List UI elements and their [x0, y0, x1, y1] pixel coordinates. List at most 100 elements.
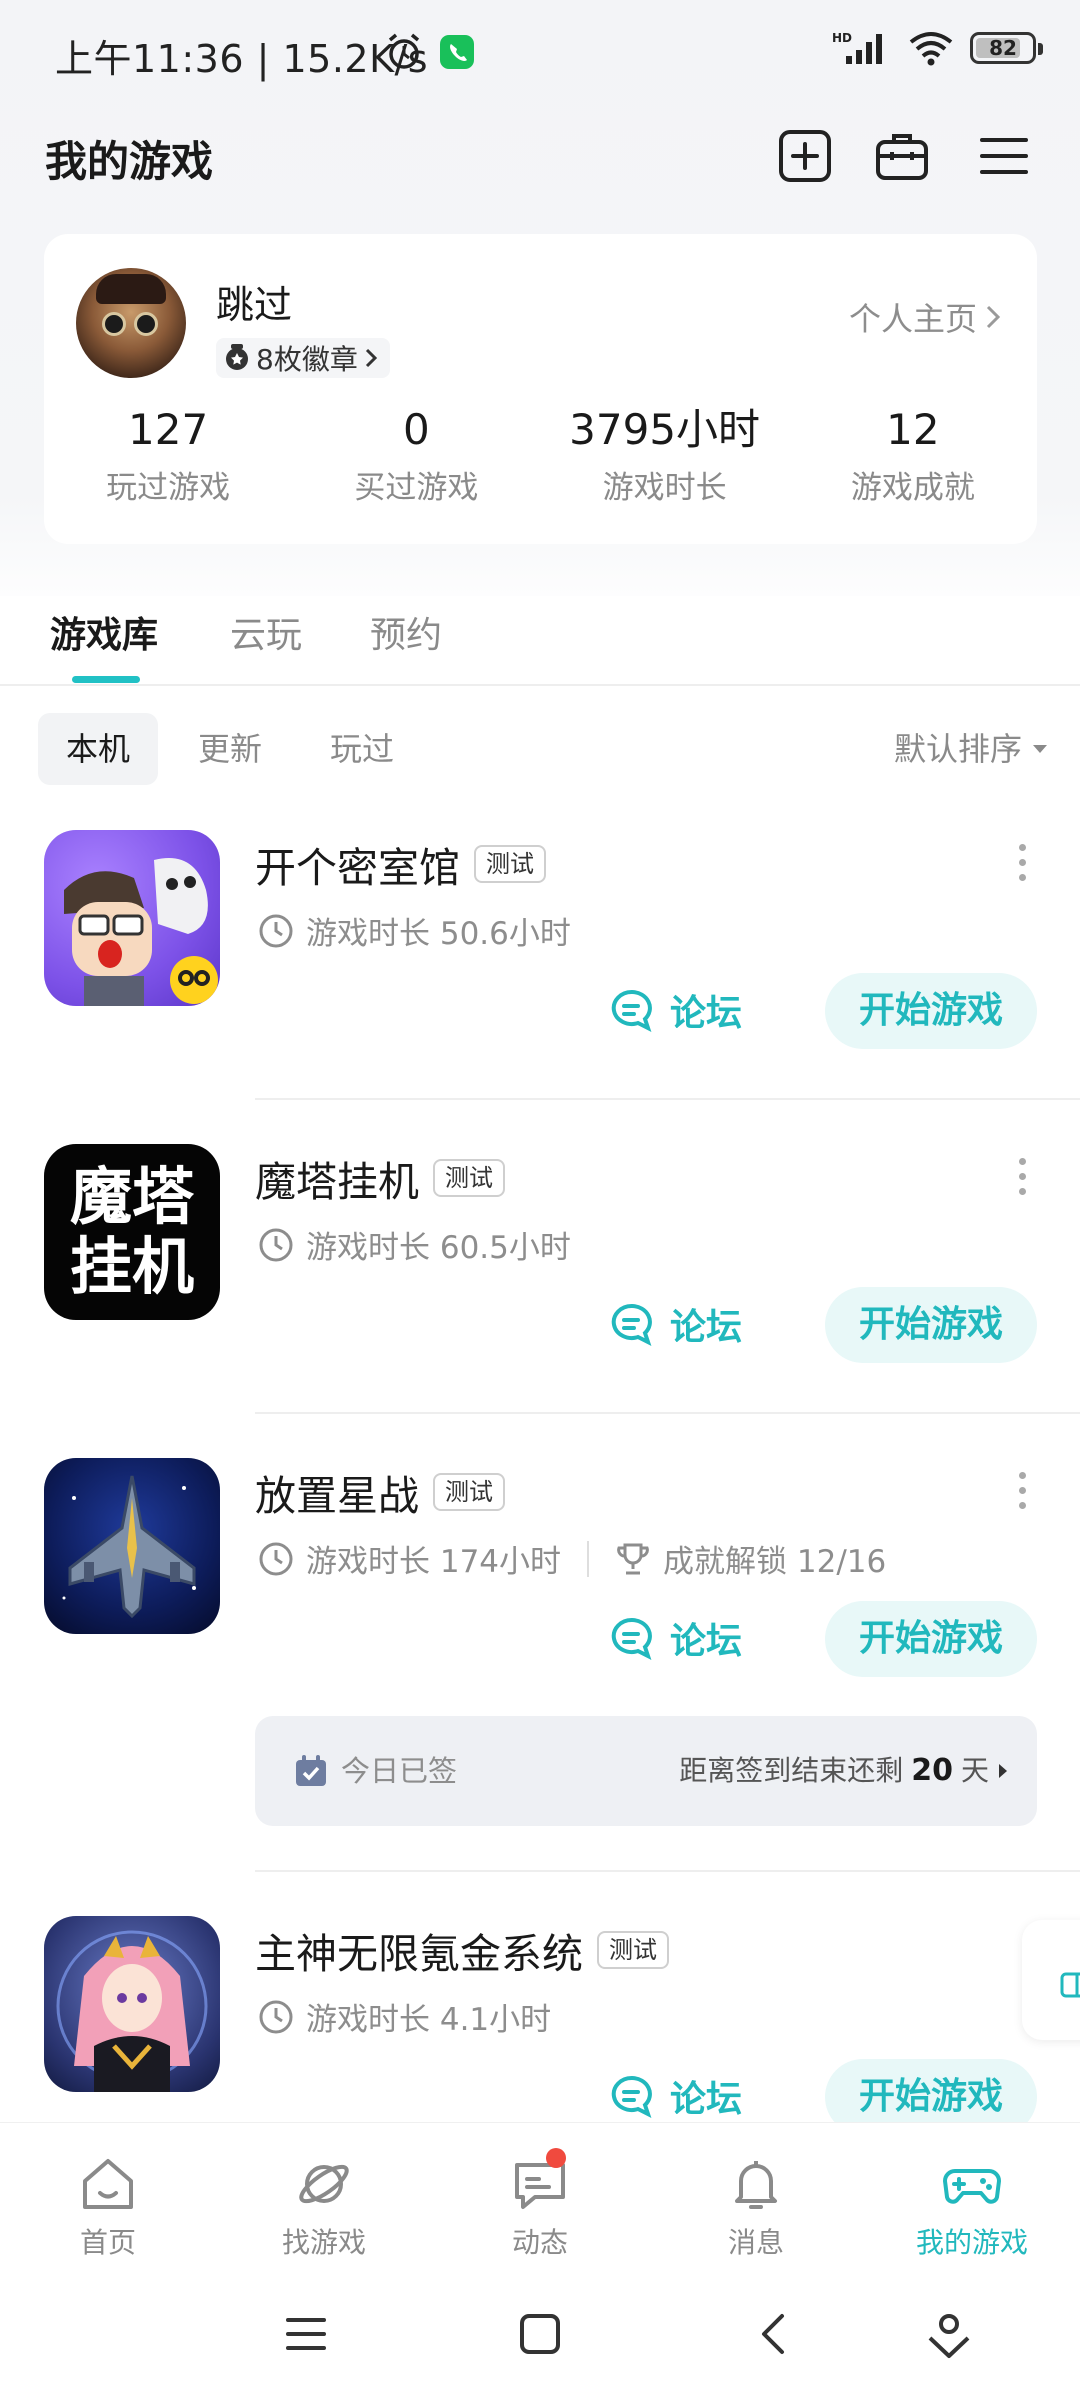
game-icon[interactable] [44, 1458, 220, 1634]
signin-days: 20 [911, 1753, 953, 1788]
stat-label: 游戏时长 [602, 470, 727, 506]
test-tag: 测试 [433, 1159, 505, 1197]
caret-down-icon [1033, 745, 1047, 753]
nav-feed[interactable]: 动态 [432, 2123, 648, 2272]
more-options-icon[interactable] [1016, 844, 1028, 888]
planet-icon [299, 2164, 349, 2204]
test-tag: 测试 [474, 845, 546, 883]
more-options-icon[interactable] [1016, 1158, 1028, 1202]
stat-achievements[interactable]: 12 游戏成就 [789, 404, 1037, 507]
stat-bought[interactable]: 0 买过游戏 [292, 404, 540, 507]
nav-home[interactable]: 首页 [0, 2123, 216, 2272]
test-tag: 测试 [597, 1931, 669, 1969]
game-title: 放置星战 测试 [255, 1462, 505, 1522]
nav-messages[interactable]: 消息 [648, 2123, 864, 2272]
playtime-text: 游戏时长 4.1小时 [306, 2002, 552, 2038]
stat-value: 127 [128, 405, 209, 454]
escape-room-art [64, 858, 218, 1006]
status-time: 上午11:36 | 15.2K/s [55, 37, 429, 81]
menu-icon[interactable] [976, 128, 1032, 184]
caret-right-icon [999, 1764, 1007, 1778]
spaceship-art [62, 1475, 196, 1619]
active-tab-indicator [72, 676, 140, 683]
forum-label: 论坛 [670, 2079, 743, 2120]
forum-label: 论坛 [670, 993, 743, 1034]
start-game-button[interactable]: 开始游戏 [825, 973, 1037, 1049]
stat-value: 0 [403, 405, 430, 454]
game-icon[interactable]: 魔塔 挂机 [44, 1144, 220, 1320]
nickname: 跳过 [216, 283, 293, 327]
start-game-button[interactable]: 开始游戏 [825, 1601, 1037, 1677]
alarm-icon [388, 33, 420, 69]
forum-button[interactable]: 论坛 [610, 1287, 742, 1361]
badges-label: 8枚徽章 [256, 343, 358, 376]
forum-label: 论坛 [670, 1307, 743, 1348]
signin-status-label: 今日已签 [341, 1754, 458, 1788]
divider [255, 1412, 1080, 1414]
test-tag: 测试 [433, 1473, 505, 1511]
signin-countdown: 距离签到结束还剩 20 天 [679, 1716, 1009, 1826]
bell-icon [735, 2161, 777, 2209]
more-options-icon[interactable] [1016, 1472, 1028, 1516]
playtime-text: 游戏时长 174小时 [306, 1544, 562, 1580]
nav-discover[interactable]: 找游戏 [216, 2123, 432, 2272]
home-square-icon[interactable] [518, 2312, 562, 2356]
game-title: 主神无限氪金系统 测试 [255, 1920, 669, 1980]
nav-my-games[interactable]: 我的游戏 [864, 2123, 1080, 2272]
game-name: 魔塔挂机 [255, 1158, 419, 1206]
signin-days-unit: 天 [960, 1754, 989, 1787]
stat-played[interactable]: 127 玩过游戏 [44, 404, 292, 507]
playtime-row: 游戏时长 174小时 成就解锁 12/16 [258, 1536, 886, 1581]
forum-label: 论坛 [670, 1621, 743, 1662]
game-icon-text-line: 魔塔 [69, 1160, 194, 1233]
wifi-icon [909, 32, 953, 66]
playtime-row: 游戏时长 50.6小时 [258, 908, 571, 953]
playtime-row: 游戏时长 4.1小时 [258, 1994, 551, 2039]
playtime-text: 游戏时长 50.6小时 [306, 916, 571, 952]
forum-button[interactable]: 论坛 [610, 1601, 742, 1675]
clock-icon [259, 2000, 293, 2033]
avatar[interactable] [76, 268, 186, 378]
assistant-icon[interactable] [926, 2312, 972, 2360]
game-icon[interactable] [44, 1916, 220, 2092]
tab-reserve[interactable]: 预约 [370, 606, 442, 658]
profile-link[interactable]: 个人主页 [849, 294, 1001, 340]
start-game-button[interactable]: 开始游戏 [825, 1287, 1037, 1363]
nav-label: 动态 [511, 2226, 568, 2259]
filter-local[interactable]: 本机 [38, 713, 159, 785]
back-icon[interactable] [752, 2312, 796, 2356]
tab-cloud[interactable]: 云玩 [230, 606, 302, 658]
game-name: 放置星战 [255, 1472, 419, 1520]
filter-played[interactable]: 玩过 [302, 713, 422, 785]
stat-label: 买过游戏 [354, 470, 479, 506]
toolbox-icon[interactable] [874, 128, 930, 184]
clock-icon [259, 1228, 293, 1261]
game-icon[interactable] [44, 830, 220, 1006]
tab-library[interactable]: 游戏库 [50, 606, 158, 658]
game-name: 开个密室馆 [255, 844, 460, 892]
clock-icon [259, 914, 293, 947]
signal-icon: HD [832, 31, 882, 64]
recents-menu-icon[interactable] [284, 2312, 328, 2356]
filter-updates[interactable]: 更新 [170, 713, 290, 785]
floating-widget[interactable] [1022, 1920, 1080, 2040]
character-art [56, 1930, 208, 2092]
profile-card: 跳过 8枚徽章 个人主页 127 玩过游戏 0 买过游戏 3795小时 游戏时长… [44, 234, 1037, 544]
signin-banner[interactable]: 今日已签 距离签到结束还剩 20 天 [255, 1716, 1037, 1826]
stat-playtime[interactable]: 3795小时 游戏时长 [541, 404, 789, 507]
library-tabs: 游戏库 云玩 预约 [0, 596, 1080, 686]
forum-button[interactable]: 论坛 [610, 973, 742, 1047]
playtime-row: 游戏时长 60.5小时 [258, 1222, 571, 1267]
profile-link-label: 个人主页 [848, 300, 977, 338]
add-icon[interactable] [777, 128, 833, 184]
sort-dropdown[interactable]: 默认排序 [894, 713, 1048, 785]
playtime-text: 游戏时长 60.5小时 [306, 1230, 571, 1266]
nav-label: 我的游戏 [915, 2226, 1028, 2259]
game-name: 主神无限氪金系统 [255, 1930, 583, 1978]
page-title: 我的游戏 [45, 137, 214, 186]
gamepad-icon [943, 2169, 1001, 2204]
game-icon-text-line: 挂机 [69, 1230, 194, 1303]
notification-dot [546, 2148, 566, 2168]
divider [587, 1540, 590, 1577]
badges-button[interactable]: 8枚徽章 [216, 338, 390, 378]
